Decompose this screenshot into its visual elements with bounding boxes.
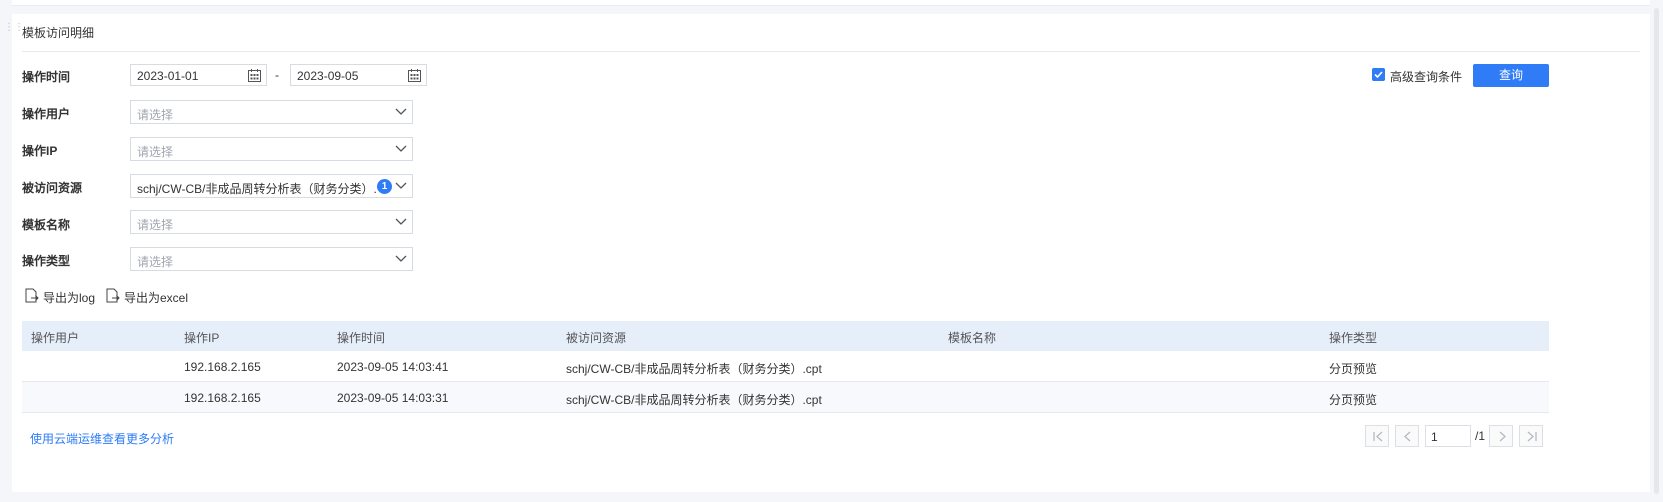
cell-ip: 192.168.2.165 [184, 391, 261, 405]
time-label: 操作时间 [22, 70, 71, 84]
ip-select[interactable]: 请选择 [130, 137, 413, 161]
table-header: 操作用户 操作IP 操作时间 被访问资源 模板名称 操作类型 [22, 321, 1549, 351]
cell-time: 2023-09-05 14:03:41 [337, 360, 449, 374]
advanced-label[interactable]: 高级查询条件 [1390, 68, 1462, 85]
cell-type: 分页预览 [1329, 362, 1378, 376]
table-row[interactable]: 192.168.2.165 2023-09-05 14:03:41 schj/C… [22, 351, 1549, 382]
table-row[interactable]: 192.168.2.165 2023-09-05 14:03:31 schj/C… [22, 382, 1549, 413]
date-to-value: 2023-09-05 [297, 69, 359, 83]
page-current: 1 [1431, 430, 1438, 444]
export-log-label: 导出为log [43, 291, 96, 305]
chevron-down-icon [395, 108, 407, 115]
calendar-icon[interactable] [248, 69, 261, 82]
date-from-value: 2023-01-01 [137, 69, 199, 83]
cell-resource: schj/CW-CB/非成品周转分析表（财务分类）.cpt [566, 393, 822, 407]
export-excel-label: 导出为excel [124, 291, 189, 305]
header-resource[interactable]: 被访问资源 [566, 329, 626, 346]
template-select[interactable]: 请选择 [130, 210, 413, 234]
template-label: 模板名称 [22, 218, 71, 232]
last-page-button[interactable] [1519, 425, 1543, 447]
date-from-input[interactable]: 2023-01-01 [130, 64, 267, 86]
chevron-down-icon [395, 182, 407, 189]
top-panel-strip [12, 0, 1650, 6]
scrollbar-thumb[interactable] [1654, 8, 1659, 494]
type-label: 操作类型 [22, 254, 71, 268]
prev-page-button[interactable] [1395, 425, 1419, 447]
ip-label: 操作IP [22, 144, 58, 158]
date-to-input[interactable]: 2023-09-05 [290, 64, 427, 86]
query-button[interactable]: 查询 [1473, 64, 1549, 87]
title-divider [22, 51, 1640, 52]
export-file-icon [106, 288, 120, 303]
first-page-icon [1373, 431, 1383, 442]
next-page-icon [1499, 431, 1506, 442]
header-type[interactable]: 操作类型 [1329, 329, 1377, 346]
export-file-icon [25, 288, 39, 303]
chevron-down-icon [395, 145, 407, 152]
first-page-button[interactable] [1365, 425, 1389, 447]
ip-placeholder: 请选择 [137, 145, 174, 159]
cell-time: 2023-09-05 14:03:31 [337, 391, 449, 405]
access-table: 操作用户 操作IP 操作时间 被访问资源 模板名称 操作类型 192.168.2… [22, 321, 1549, 413]
resource-count-badge: 1 [377, 179, 392, 194]
cell-type: 分页预览 [1329, 393, 1378, 407]
page-number-input[interactable]: 1 [1425, 425, 1471, 447]
user-label: 操作用户 [22, 107, 71, 121]
header-user[interactable]: 操作用户 [31, 329, 79, 346]
type-placeholder: 请选择 [137, 255, 174, 269]
date-separator: - [275, 68, 279, 82]
next-page-button[interactable] [1489, 425, 1513, 447]
user-placeholder: 请选择 [137, 108, 174, 122]
type-select[interactable]: 请选择 [130, 247, 413, 271]
prev-page-icon [1404, 431, 1411, 442]
header-time[interactable]: 操作时间 [337, 329, 385, 346]
page-total: /1 [1475, 429, 1486, 443]
cell-ip: 192.168.2.165 [184, 360, 261, 374]
header-ip[interactable]: 操作IP [184, 329, 219, 346]
template-placeholder: 请选择 [137, 218, 174, 232]
panel-title: 模板访问明细 [22, 26, 95, 40]
user-select[interactable]: 请选择 [130, 100, 413, 124]
cloud-ops-more-link[interactable]: 使用云端运维查看更多分析 [30, 430, 174, 447]
drag-handle-icon[interactable]: ⋮⋮ [4, 23, 24, 37]
resource-select[interactable]: schj/CW-CB/非成品周转分析表（财务分类）.cpt 1 [130, 174, 413, 198]
header-template[interactable]: 模板名称 [948, 329, 996, 346]
chevron-down-icon [395, 255, 407, 262]
last-page-icon [1527, 431, 1537, 442]
chevron-down-icon [395, 218, 407, 225]
advanced-checkbox[interactable] [1372, 68, 1385, 81]
resource-value: schj/CW-CB/非成品周转分析表（财务分类）.cpt [137, 182, 377, 196]
calendar-icon[interactable] [408, 69, 421, 82]
cell-resource: schj/CW-CB/非成品周转分析表（财务分类）.cpt [566, 362, 822, 376]
resource-label: 被访问资源 [22, 181, 83, 195]
template-access-panel: ⋮⋮ 模板访问明细 操作时间 2023-01-01 - 2023-09-05 高… [4, 14, 1650, 492]
